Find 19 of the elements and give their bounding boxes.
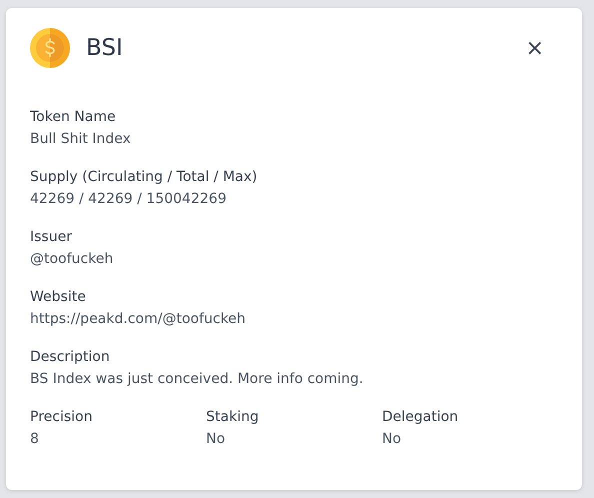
field-value: 8 [30,430,40,449]
field-value: No [206,430,226,449]
field-label: Precision [30,408,94,427]
field-value: No [382,430,402,449]
field-label: Token Name [30,108,117,127]
field-value: 42269 / 42269 / 150042269 [30,190,228,209]
coin-icon [30,28,70,68]
close-button[interactable]: × [522,36,548,60]
field-label: Website [30,288,87,307]
field-label: Issuer [30,228,73,247]
field-value: https://peakd.com/@toofuckeh [30,310,247,329]
field-value: BS Index was just conceived. More info coming. [30,370,364,389]
field-label: Staking [206,408,260,427]
field-value: Bull Shit Index [30,130,132,149]
field-label: Description [30,348,111,367]
dialog-title: BSI [86,35,124,61]
field-value: @toofuckeh [30,250,114,269]
field-label: Delegation [382,408,460,427]
field-label: Supply (Circulating / Total / Max) [30,168,258,187]
